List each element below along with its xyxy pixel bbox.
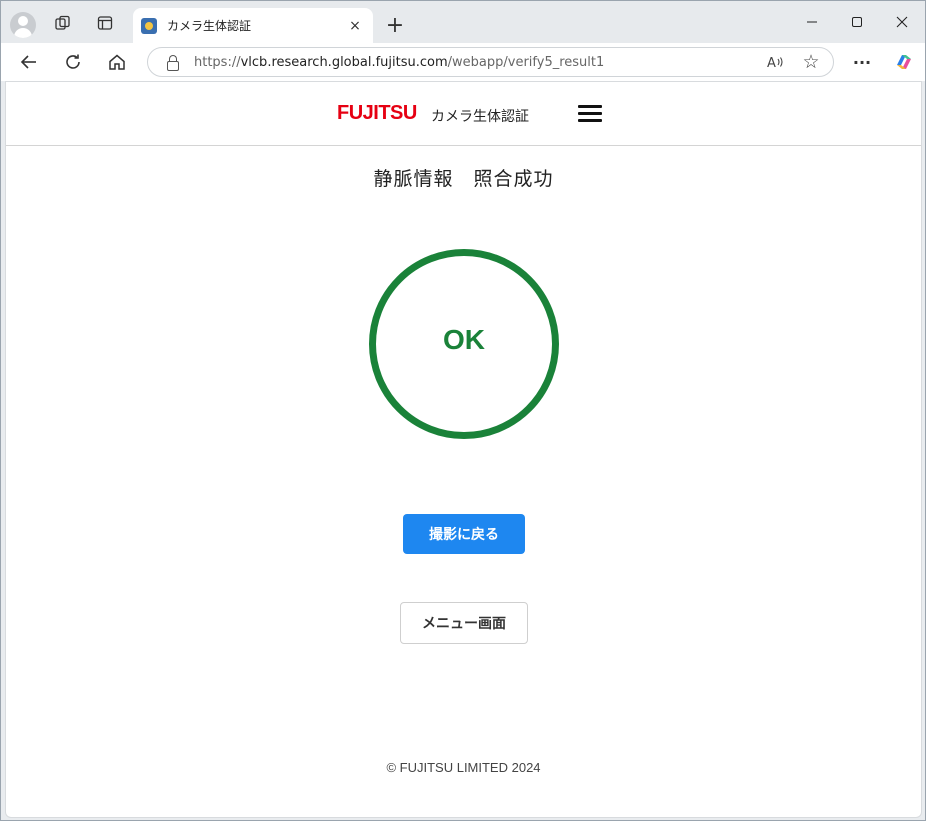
tab-bar: カメラ生体認証 × + — [1, 1, 925, 43]
url-host: vlcb.research.global.fujitsu.com — [240, 54, 448, 70]
url-path: /webapp/verify5_result1 — [447, 54, 605, 70]
menu-button[interactable]: メニュー画面 — [400, 602, 528, 644]
close-window-icon[interactable] — [880, 7, 924, 37]
browser-window: カメラ生体認証 × + https://vlcb.research.global… — [0, 0, 926, 821]
svg-text:A: A — [767, 56, 776, 70]
copilot-icon[interactable] — [889, 48, 919, 76]
lock-icon[interactable] — [166, 55, 180, 71]
home-icon[interactable] — [102, 48, 132, 76]
web-page: FUJITSU カメラ生体認証 静脈情報 照合成功 OK 撮影に戻る メニュー画… — [5, 81, 922, 818]
header-title: カメラ生体認証 — [431, 108, 529, 124]
profile-avatar-icon[interactable] — [10, 12, 36, 38]
tab-actions-icon[interactable] — [91, 9, 119, 37]
hamburger-menu-icon[interactable] — [578, 105, 602, 123]
tab-title: カメラ生体認証 — [167, 19, 252, 33]
read-aloud-icon[interactable]: A — [761, 50, 789, 74]
refresh-icon[interactable] — [58, 48, 88, 76]
site-favicon-icon — [141, 17, 157, 34]
result-title: 静脈情報 照合成功 — [373, 169, 554, 190]
url-text[interactable]: https://vlcb.research.global.fujitsu.com… — [194, 55, 761, 70]
url-prefix: https:// — [194, 54, 241, 70]
retake-button[interactable]: 撮影に戻る — [403, 514, 525, 554]
success-circle: OK — [369, 249, 559, 439]
collections-icon[interactable] — [49, 9, 77, 37]
copyright-footer: © FUJITSU LIMITED 2024 — [386, 760, 541, 775]
tab-active[interactable]: カメラ生体認証 × — [133, 8, 373, 43]
favorite-star-icon[interactable]: ☆ — [797, 50, 825, 74]
back-icon[interactable] — [14, 48, 44, 76]
site-header: FUJITSU カメラ生体認証 — [6, 82, 921, 146]
status-ok-text: OK — [443, 324, 485, 355]
new-tab-icon[interactable]: + — [381, 11, 409, 39]
minimize-icon[interactable] — [790, 7, 834, 37]
navigation-bar: https://vlcb.research.global.fujitsu.com… — [1, 43, 925, 81]
maximize-icon[interactable] — [835, 7, 879, 37]
close-tab-icon[interactable]: × — [345, 16, 365, 36]
address-bar[interactable]: https://vlcb.research.global.fujitsu.com… — [147, 47, 834, 77]
fujitsu-logo[interactable]: FUJITSU — [337, 102, 417, 125]
more-options-icon[interactable]: ··· — [847, 48, 877, 76]
